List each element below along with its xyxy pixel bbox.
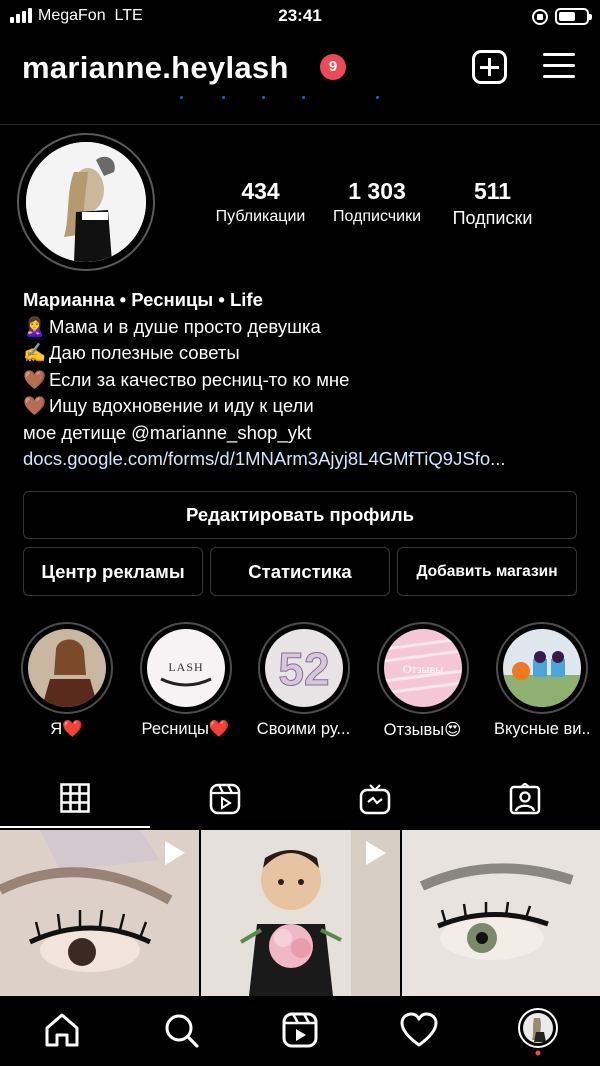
- profile-avatar[interactable]: [17, 133, 155, 271]
- profile-tabs: [0, 770, 600, 828]
- bio-line: ✍️ Даю полезные советы: [23, 340, 583, 367]
- video-play-icon: [165, 841, 185, 865]
- menu-icon[interactable]: [543, 53, 575, 79]
- header-divider: [0, 124, 600, 125]
- highlight-handmade[interactable]: 52 Своими ру...: [256, 622, 351, 739]
- bio-link[interactable]: docs.google.com/forms/d/1MNArm3Ajyj8L4GM…: [23, 446, 583, 473]
- igtv-icon: [359, 784, 391, 815]
- grid-icon: [60, 783, 90, 813]
- highlight-cover: LASH: [146, 629, 225, 707]
- profile-stats: 434 Публикации 1 303 Подписчики 511 Подп…: [200, 178, 560, 238]
- bio-line: 🙎‍♀️ Мама и в душе просто девушка: [23, 314, 583, 341]
- highlight-cover: 52: [264, 629, 343, 707]
- highlight-reviews[interactable]: Отзывы Отзывы😍: [375, 622, 470, 740]
- highlight-me[interactable]: Я❤️: [19, 622, 114, 739]
- bio-line: 🤎 Ищу вдохновение и иду к цели: [23, 393, 583, 420]
- tab-reels[interactable]: [150, 770, 300, 828]
- profile-bio: Марианна • Ресницы • Life 🙎‍♀️ Мама и в д…: [23, 287, 583, 473]
- brown-heart-emoji-icon: 🤎: [23, 395, 47, 416]
- clock: 23:41: [278, 6, 322, 25]
- ad-center-button[interactable]: Центр рекламы: [23, 547, 203, 596]
- post-thumbnail[interactable]: [0, 830, 199, 996]
- avatar-photo: [26, 142, 146, 262]
- highlight-cover: [27, 629, 106, 707]
- bottom-nav: [0, 996, 600, 1066]
- tab-tagged[interactable]: [450, 770, 600, 828]
- tab-posts[interactable]: [0, 770, 150, 828]
- statistics-button[interactable]: Статистика: [210, 547, 390, 596]
- posts-grid: [0, 830, 600, 996]
- posts-count[interactable]: 434 Публикации: [208, 178, 313, 226]
- tab-igtv[interactable]: [300, 770, 450, 828]
- username[interactable]: marianne.heylash: [22, 50, 289, 86]
- profile-header: marianne.heylash 9: [0, 40, 600, 94]
- highlight-tasty[interactable]: Вкусные ви...: [494, 622, 589, 739]
- rotation-lock-icon: [532, 9, 548, 25]
- display-name: Марианна • Ресницы • Life: [23, 289, 263, 310]
- svg-text:52: 52: [278, 643, 329, 695]
- highlight-cover: [502, 629, 581, 707]
- following-count[interactable]: 511 Подписки: [440, 178, 545, 229]
- heart-icon[interactable]: [399, 1010, 439, 1050]
- brown-heart-emoji-icon: 🤎: [23, 368, 47, 390]
- svg-text:Отзывы: Отзывы: [402, 662, 443, 676]
- status-bar: MegaFon LTE 23:41: [0, 0, 600, 34]
- edit-profile-button[interactable]: Редактировать профиль: [23, 491, 577, 539]
- battery-icon: [555, 8, 592, 25]
- decorative-dots: [180, 96, 390, 102]
- bio-line: 🤎 Если за качество ресниц-то ко мне: [23, 367, 583, 394]
- add-shop-button[interactable]: Добавить магазин: [397, 547, 577, 596]
- profile-avatar-icon[interactable]: [518, 1008, 558, 1056]
- shop-mention[interactable]: мое детище @marianne_shop_ykt: [23, 420, 583, 447]
- svg-text:LASH: LASH: [168, 660, 203, 674]
- woman-emoji-icon: 🙎‍♀️: [23, 315, 47, 337]
- home-icon[interactable]: [42, 1010, 82, 1050]
- writing-hand-emoji-icon: ✍️: [23, 342, 47, 363]
- reels-icon: [209, 783, 241, 815]
- reels-icon[interactable]: [280, 1010, 320, 1050]
- video-play-icon: [366, 841, 386, 865]
- new-post-icon[interactable]: [472, 50, 507, 84]
- highlight-cover: Отзывы: [383, 629, 462, 707]
- notification-badge[interactable]: 9: [320, 54, 346, 80]
- search-icon[interactable]: [161, 1010, 201, 1050]
- tagged-icon: [509, 783, 541, 815]
- highlight-lashes[interactable]: LASH Ресницы❤️: [138, 622, 233, 739]
- followers-count[interactable]: 1 303 Подписчики: [321, 178, 433, 226]
- post-thumbnail[interactable]: [402, 830, 600, 996]
- post-thumbnail[interactable]: [201, 830, 400, 996]
